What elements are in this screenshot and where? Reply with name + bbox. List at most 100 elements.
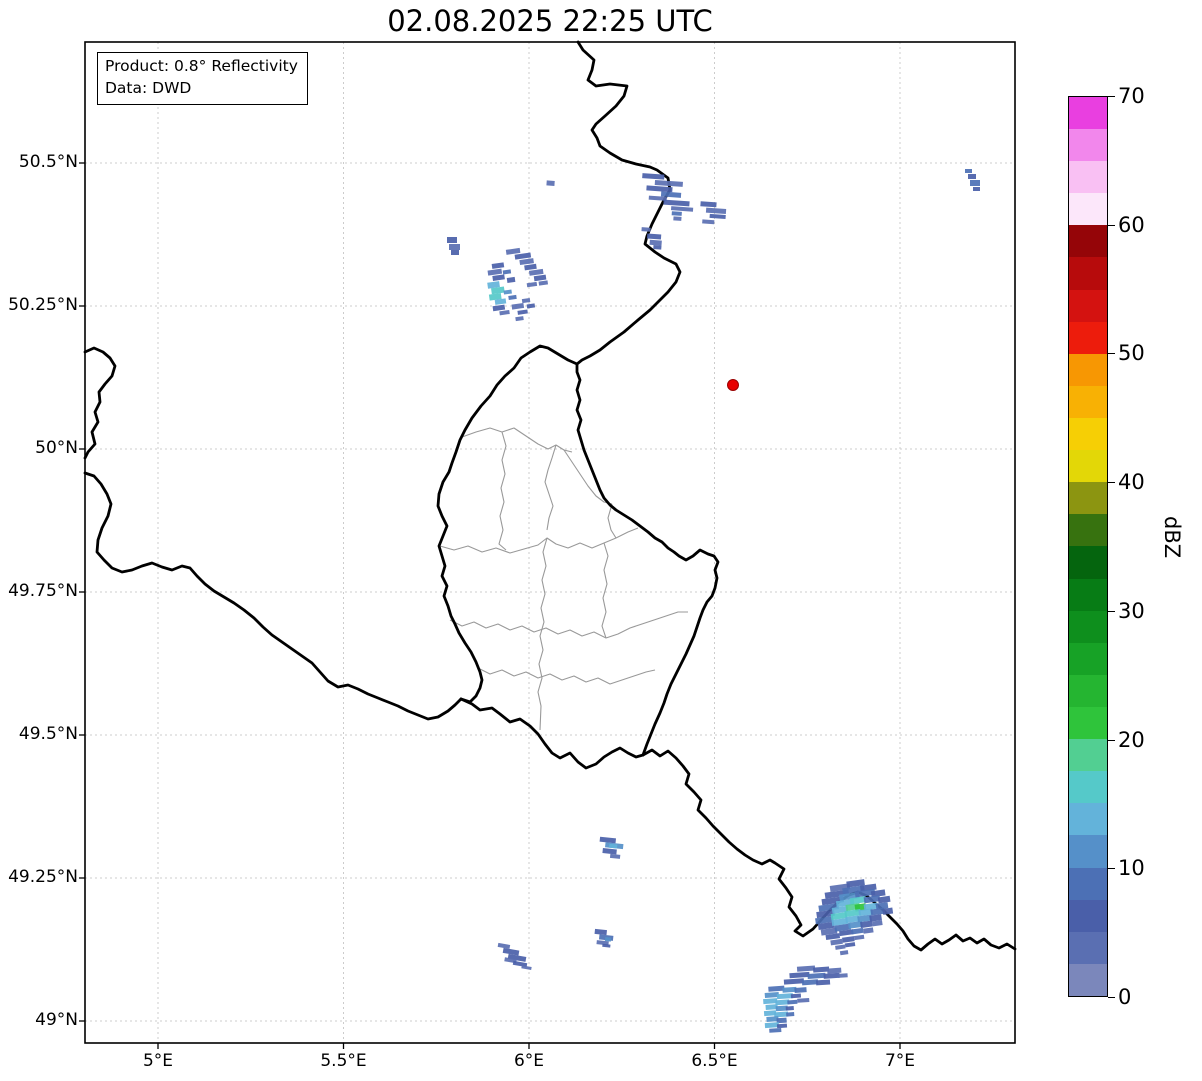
lon-tick-label: 7°E [884,1051,916,1071]
echo-cluster-cluster-ardennes [487,247,549,322]
radar-echo-cell [830,938,843,946]
data-source-line: Data: DWD [105,78,192,97]
radar-echo-cell [653,245,662,250]
radar-echo-cell [970,180,980,186]
radar-echo-cell [776,1023,788,1029]
colorbar-segment [1069,96,1107,130]
radar-echo-cell [663,199,690,207]
colorbar-segment [1069,771,1107,804]
radar-echo-cell [764,992,779,999]
radar-echo-cell [641,227,651,232]
radar-echo-cell [528,268,544,276]
colorbar-segment [1069,257,1107,290]
radar-echo-cell [502,269,512,275]
radar-echo-cell [505,247,521,255]
radar-echo-cell [594,928,607,936]
radar-echo-cell [787,999,798,1005]
radar-echo-cell [844,942,856,948]
colorbar-tick-label: 50 [1118,341,1145,365]
radar-echo-cell [835,944,846,950]
colorbar-segment [1069,642,1107,675]
radar-echo-cell [646,233,662,240]
lon-tick-label: 5°E [142,1051,174,1071]
echo-cluster-small-echo-south-1 [599,836,624,859]
canton-line [498,431,507,551]
colorbar-tick-mark [1108,225,1115,226]
radar-echo-cell [604,937,612,942]
colorbar-tick-mark [1108,740,1115,741]
colorbar-segment [1069,385,1107,419]
radar-echo-cell [671,211,682,216]
radar-echo-cell [524,263,537,271]
echo-cluster-small-echo-west [447,237,460,255]
radar-echo-cell [776,993,794,1000]
radar-echo-cell [649,239,662,246]
radar-echo-cell [609,843,618,849]
colorbar-segment [1069,450,1107,483]
radar-echo-cell [790,993,802,999]
colorbar-tick-label: 0 [1118,985,1132,1009]
canton-borders [439,427,688,731]
radar-echo-cell [842,936,855,943]
radar-echo-cell [853,934,865,941]
radar-echo-cell [850,927,864,935]
radar-echo-cell [449,244,460,250]
canton-line [544,444,557,531]
radar-echo-cell [796,965,816,972]
echo-cluster-border-cluster-north [546,173,727,250]
echo-cluster-small-echo-south-2 [497,942,532,971]
product-info-box: Product: 0.8° Reflectivity Data: DWD [97,52,308,106]
colorbar-tick-label: 10 [1118,856,1145,880]
lat-tick-label: 50.25°N [8,295,78,315]
radar-echo-cell [609,853,621,859]
echo-cluster-cluster-southeast-border [815,879,894,956]
colorbar-segment [1069,514,1107,547]
colorbar-tick-mark [1108,868,1115,869]
radar-echo-cell [533,274,547,282]
colorbar-segment [1069,899,1107,932]
colorbar-segment [1069,353,1107,386]
radar-echo-cell [862,927,874,934]
colorbar-tick-label: 30 [1118,599,1145,623]
colorbar-tick-mark [1108,96,1115,97]
colorbar-segment [1069,321,1107,354]
echo-cluster-small-echo-northeast [965,169,980,191]
colorbar-tick-mark [1108,482,1115,483]
radar-echo-cell [451,250,459,255]
radar-echo-cell [492,274,505,281]
lon-tick-label: 6°E [513,1051,545,1071]
radar-echo-cell [517,309,528,315]
colorbar-segment [1069,418,1107,451]
echo-cluster-cluster-south [763,965,848,1033]
radar-echo-cell [546,180,555,186]
radar-echo-cell [506,276,516,283]
product-line: Product: 0.8° Reflectivity [105,57,298,75]
colorbar-segment [1069,674,1107,708]
canton-line [449,611,688,639]
canton-line [601,542,609,639]
colorbar-segment [1069,289,1107,322]
lat-tick-label: 49.75°N [8,581,78,601]
radar-echo-cell [673,216,682,221]
radar-echo-cell [768,985,785,992]
colorbar-tick-mark [1108,353,1115,354]
radar-echo-cell [764,1022,780,1029]
colorbar-segment [1069,578,1107,611]
radar-echo-cell [782,986,797,993]
radar-echo-cell [526,281,538,288]
radar-echo-cell [705,207,727,214]
radar-echo-cell [815,979,831,986]
colorbar-segment [1069,739,1107,772]
radar-echo-cell [973,187,980,191]
border-fr-be-upper [83,346,117,460]
radar-echo-cell [511,302,525,310]
canton-line [537,537,548,731]
echo-cluster-small-echo-south-3 [594,928,614,948]
radar-echo-cell [823,972,840,979]
radar-echo-cell [491,262,505,269]
colorbar-segment [1069,225,1107,258]
canton-line [439,527,639,554]
radar-echo-cell [709,213,726,219]
border-lu-west [436,344,579,704]
radar-echo-cell [487,268,503,276]
